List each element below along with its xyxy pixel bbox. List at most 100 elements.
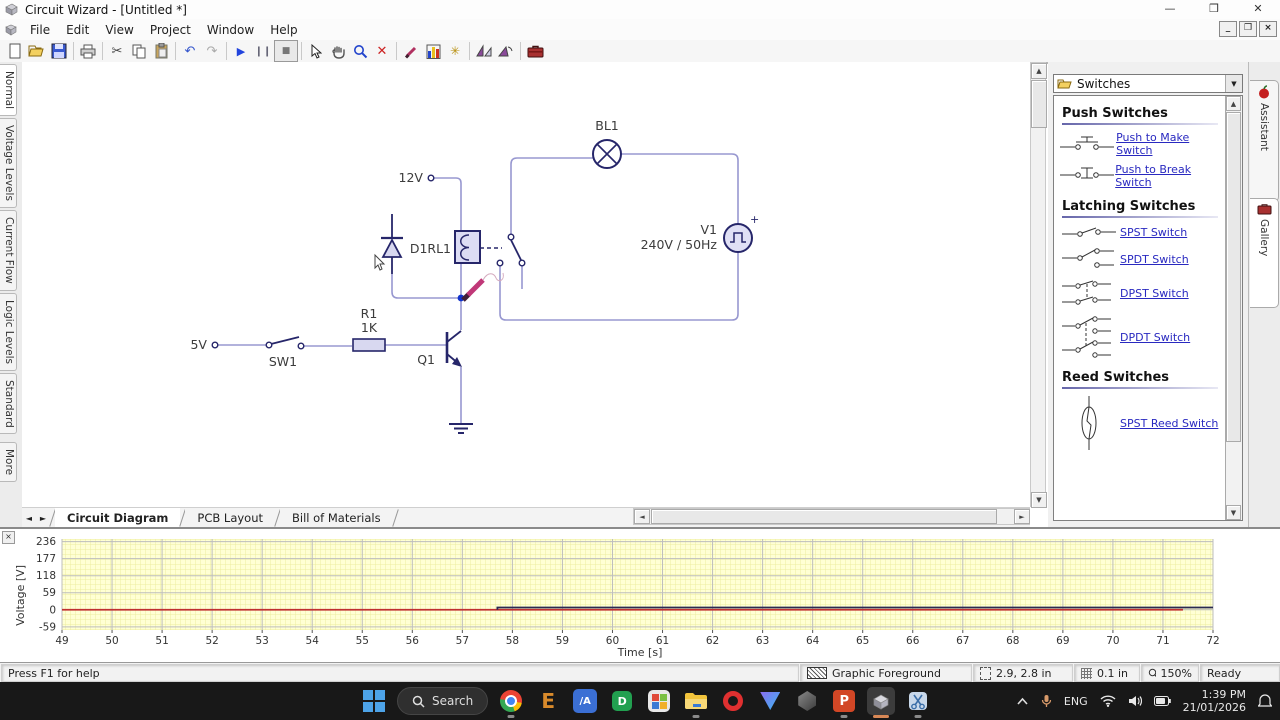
- stop-icon[interactable]: ■: [274, 40, 298, 62]
- rotate-icon[interactable]: [495, 41, 517, 61]
- print-button[interactable]: [77, 41, 99, 61]
- probe-icon[interactable]: [400, 41, 422, 61]
- relay-contact[interactable]: [480, 233, 526, 267]
- pan-hand-icon[interactable]: [327, 41, 349, 61]
- status-zoom[interactable]: 150%: [1141, 664, 1199, 682]
- hidden-icons-chevron[interactable]: [1016, 697, 1029, 706]
- battery-icon[interactable]: [1153, 696, 1171, 706]
- category-dropdown[interactable]: Switches ▼: [1053, 74, 1243, 93]
- transistor-q1[interactable]: [445, 330, 462, 367]
- pause-icon[interactable]: ❙❙: [252, 41, 274, 61]
- list-item[interactable]: SPST Reed Switch: [1058, 395, 1222, 451]
- save-button[interactable]: [48, 41, 70, 61]
- close-button[interactable]: ✕: [1236, 0, 1280, 19]
- taskbar-powerpoint[interactable]: P: [830, 687, 858, 718]
- gallery-scroll-up-icon[interactable]: ▲: [1226, 96, 1241, 111]
- restore-button[interactable]: ❒: [1192, 0, 1236, 19]
- dropdown-arrow-icon[interactable]: ▼: [1225, 75, 1242, 92]
- language-indicator[interactable]: ENG: [1064, 695, 1088, 708]
- dpst-switch-link[interactable]: DPST Switch: [1120, 287, 1189, 300]
- tab-pcb-layout[interactable]: PCB Layout: [185, 508, 276, 528]
- gallery-scroll-down-icon[interactable]: ▼: [1226, 505, 1241, 520]
- terminal-5v[interactable]: [211, 341, 219, 349]
- spst-reed-switch-link[interactable]: SPST Reed Switch: [1120, 417, 1218, 430]
- tab-circuit-diagram[interactable]: Circuit Diagram: [55, 508, 181, 528]
- lamp-bl1[interactable]: [592, 139, 622, 169]
- view-tab-normal[interactable]: Normal: [0, 64, 17, 116]
- delete-icon[interactable]: ✕: [371, 41, 393, 61]
- list-item[interactable]: DPDT Switch: [1058, 314, 1222, 360]
- spst-switch-link[interactable]: SPST Switch: [1120, 226, 1187, 239]
- gallery-scrollbar[interactable]: ▲ ▼: [1225, 96, 1242, 520]
- scroll-up-icon[interactable]: ▲: [1031, 63, 1047, 79]
- view-tab-current-flow[interactable]: Current Flow: [0, 209, 17, 291]
- taskbar-triangle-app[interactable]: [756, 687, 784, 715]
- menu-project[interactable]: Project: [142, 21, 199, 39]
- terminal-12v[interactable]: [427, 174, 435, 182]
- menu-window[interactable]: Window: [199, 21, 262, 39]
- cut-icon[interactable]: ✂: [106, 41, 128, 61]
- taskbar-explorer[interactable]: [682, 687, 710, 718]
- scroll-left-icon[interactable]: ◄: [634, 509, 650, 524]
- scroll-down-icon[interactable]: ▼: [1031, 492, 1047, 508]
- notifications-bell-icon[interactable]: [1258, 693, 1272, 709]
- taskbar-store[interactable]: [645, 687, 673, 715]
- list-item[interactable]: Push to Break Switch: [1058, 163, 1222, 189]
- redo-icon[interactable]: ↷: [201, 41, 223, 61]
- tab-assistant[interactable]: Assistant: [1250, 80, 1279, 202]
- menu-help[interactable]: Help: [262, 21, 305, 39]
- status-grid[interactable]: 0.1 in: [1074, 664, 1140, 682]
- wires[interactable]: [218, 153, 739, 424]
- graphs-icon[interactable]: [422, 41, 444, 61]
- components[interactable]: [211, 139, 753, 434]
- scroll-right-icon[interactable]: ►: [1014, 509, 1030, 524]
- close-graph-icon[interactable]: ×: [2, 531, 15, 544]
- ground-symbol[interactable]: [449, 423, 473, 434]
- taskbar-d-app[interactable]: D: [608, 687, 636, 715]
- hscroll-thumb[interactable]: [651, 509, 997, 524]
- ac-source-v1[interactable]: [723, 223, 753, 253]
- list-item[interactable]: SPDT Switch: [1058, 246, 1222, 272]
- taskbar-chrome[interactable]: [497, 687, 525, 718]
- spdt-switch-link[interactable]: SPDT Switch: [1120, 253, 1189, 266]
- mdi-document-icon[interactable]: [4, 23, 18, 37]
- tab-bill-of-materials[interactable]: Bill of Materials: [280, 508, 393, 528]
- wifi-icon[interactable]: [1100, 695, 1116, 707]
- menu-edit[interactable]: Edit: [58, 21, 97, 39]
- mdi-close-button[interactable]: ×: [1259, 21, 1277, 37]
- canvas-vscrollbar[interactable]: ▲ ▼: [1030, 62, 1047, 508]
- resistor-r1[interactable]: [352, 338, 386, 352]
- tab-scroll-right-icon[interactable]: ►: [36, 508, 50, 528]
- tab-scroll-left-icon[interactable]: ◄: [22, 508, 36, 528]
- taskbar-e-app[interactable]: E: [534, 687, 562, 715]
- push-to-make-link[interactable]: Push to Make Switch: [1116, 131, 1222, 157]
- tab-gallery[interactable]: Gallery: [1250, 198, 1279, 308]
- zoom-icon[interactable]: [349, 41, 371, 61]
- list-item[interactable]: SPST Switch: [1058, 224, 1222, 240]
- dpdt-switch-link[interactable]: DPDT Switch: [1120, 331, 1190, 344]
- open-button[interactable]: [26, 41, 48, 61]
- voltage-probe[interactable]: [461, 272, 504, 302]
- toolbox-icon[interactable]: [524, 41, 546, 61]
- menu-file[interactable]: File: [22, 21, 58, 39]
- view-tab-standard[interactable]: Standard: [0, 372, 17, 435]
- mdi-minimize-button[interactable]: _: [1219, 21, 1237, 37]
- gallery-scroll-thumb[interactable]: [1226, 112, 1241, 442]
- volume-icon[interactable]: [1128, 695, 1142, 707]
- play-icon[interactable]: ▶: [230, 41, 252, 61]
- new-button[interactable]: [4, 41, 26, 61]
- mdi-restore-button[interactable]: ❒: [1239, 21, 1257, 37]
- push-to-break-link[interactable]: Push to Break Switch: [1115, 163, 1222, 189]
- list-item[interactable]: Push to Make Switch: [1058, 131, 1222, 157]
- switch-sw1[interactable]: [265, 336, 305, 350]
- taskbar-snipping-tool[interactable]: [904, 687, 932, 718]
- view-tab-voltage-levels[interactable]: Voltage Levels: [0, 118, 17, 208]
- list-item[interactable]: DPST Switch: [1058, 278, 1222, 308]
- menu-view[interactable]: View: [97, 21, 141, 39]
- diode-d1[interactable]: [381, 214, 403, 274]
- taskbar-a-app[interactable]: /A: [571, 687, 599, 715]
- status-layer[interactable]: Graphic Foreground: [800, 664, 972, 682]
- relay-coil-rl1[interactable]: [454, 230, 481, 264]
- clock[interactable]: 1:39 PM 21/01/2026: [1183, 688, 1246, 714]
- view-tab-logic-levels[interactable]: Logic Levels: [0, 292, 17, 371]
